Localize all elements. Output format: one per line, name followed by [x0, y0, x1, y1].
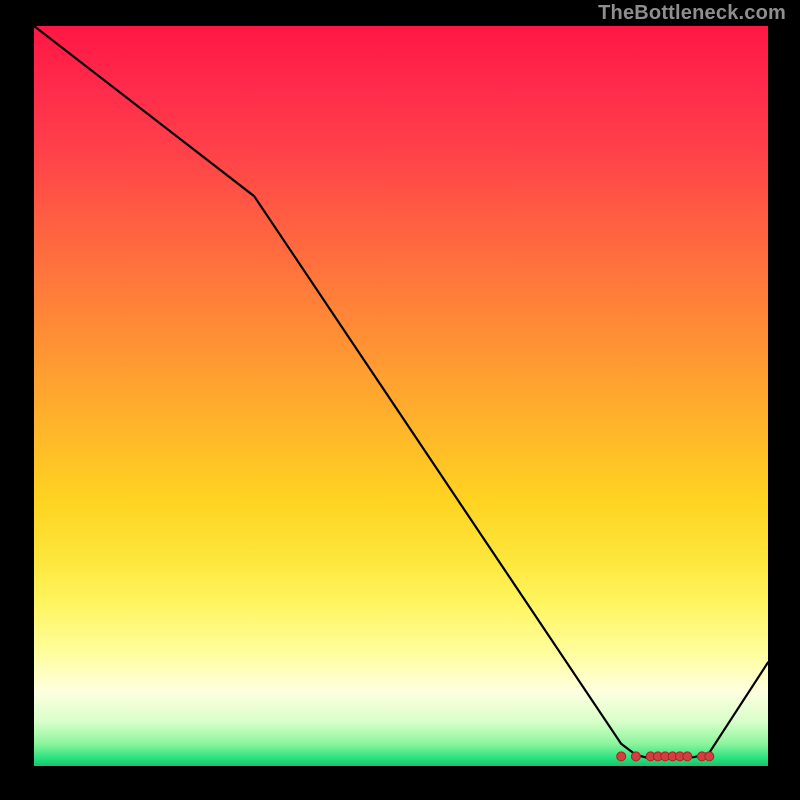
optimal-markers [617, 752, 714, 761]
optimal-marker [617, 752, 626, 761]
chart-frame: TheBottleneck.com [0, 0, 800, 800]
optimal-marker [705, 752, 714, 761]
optimal-marker [631, 752, 640, 761]
plot-area [34, 26, 768, 766]
watermark-text: TheBottleneck.com [598, 2, 786, 25]
bottleneck-curve [34, 26, 768, 759]
curve-svg [34, 26, 768, 766]
optimal-marker [683, 752, 692, 761]
